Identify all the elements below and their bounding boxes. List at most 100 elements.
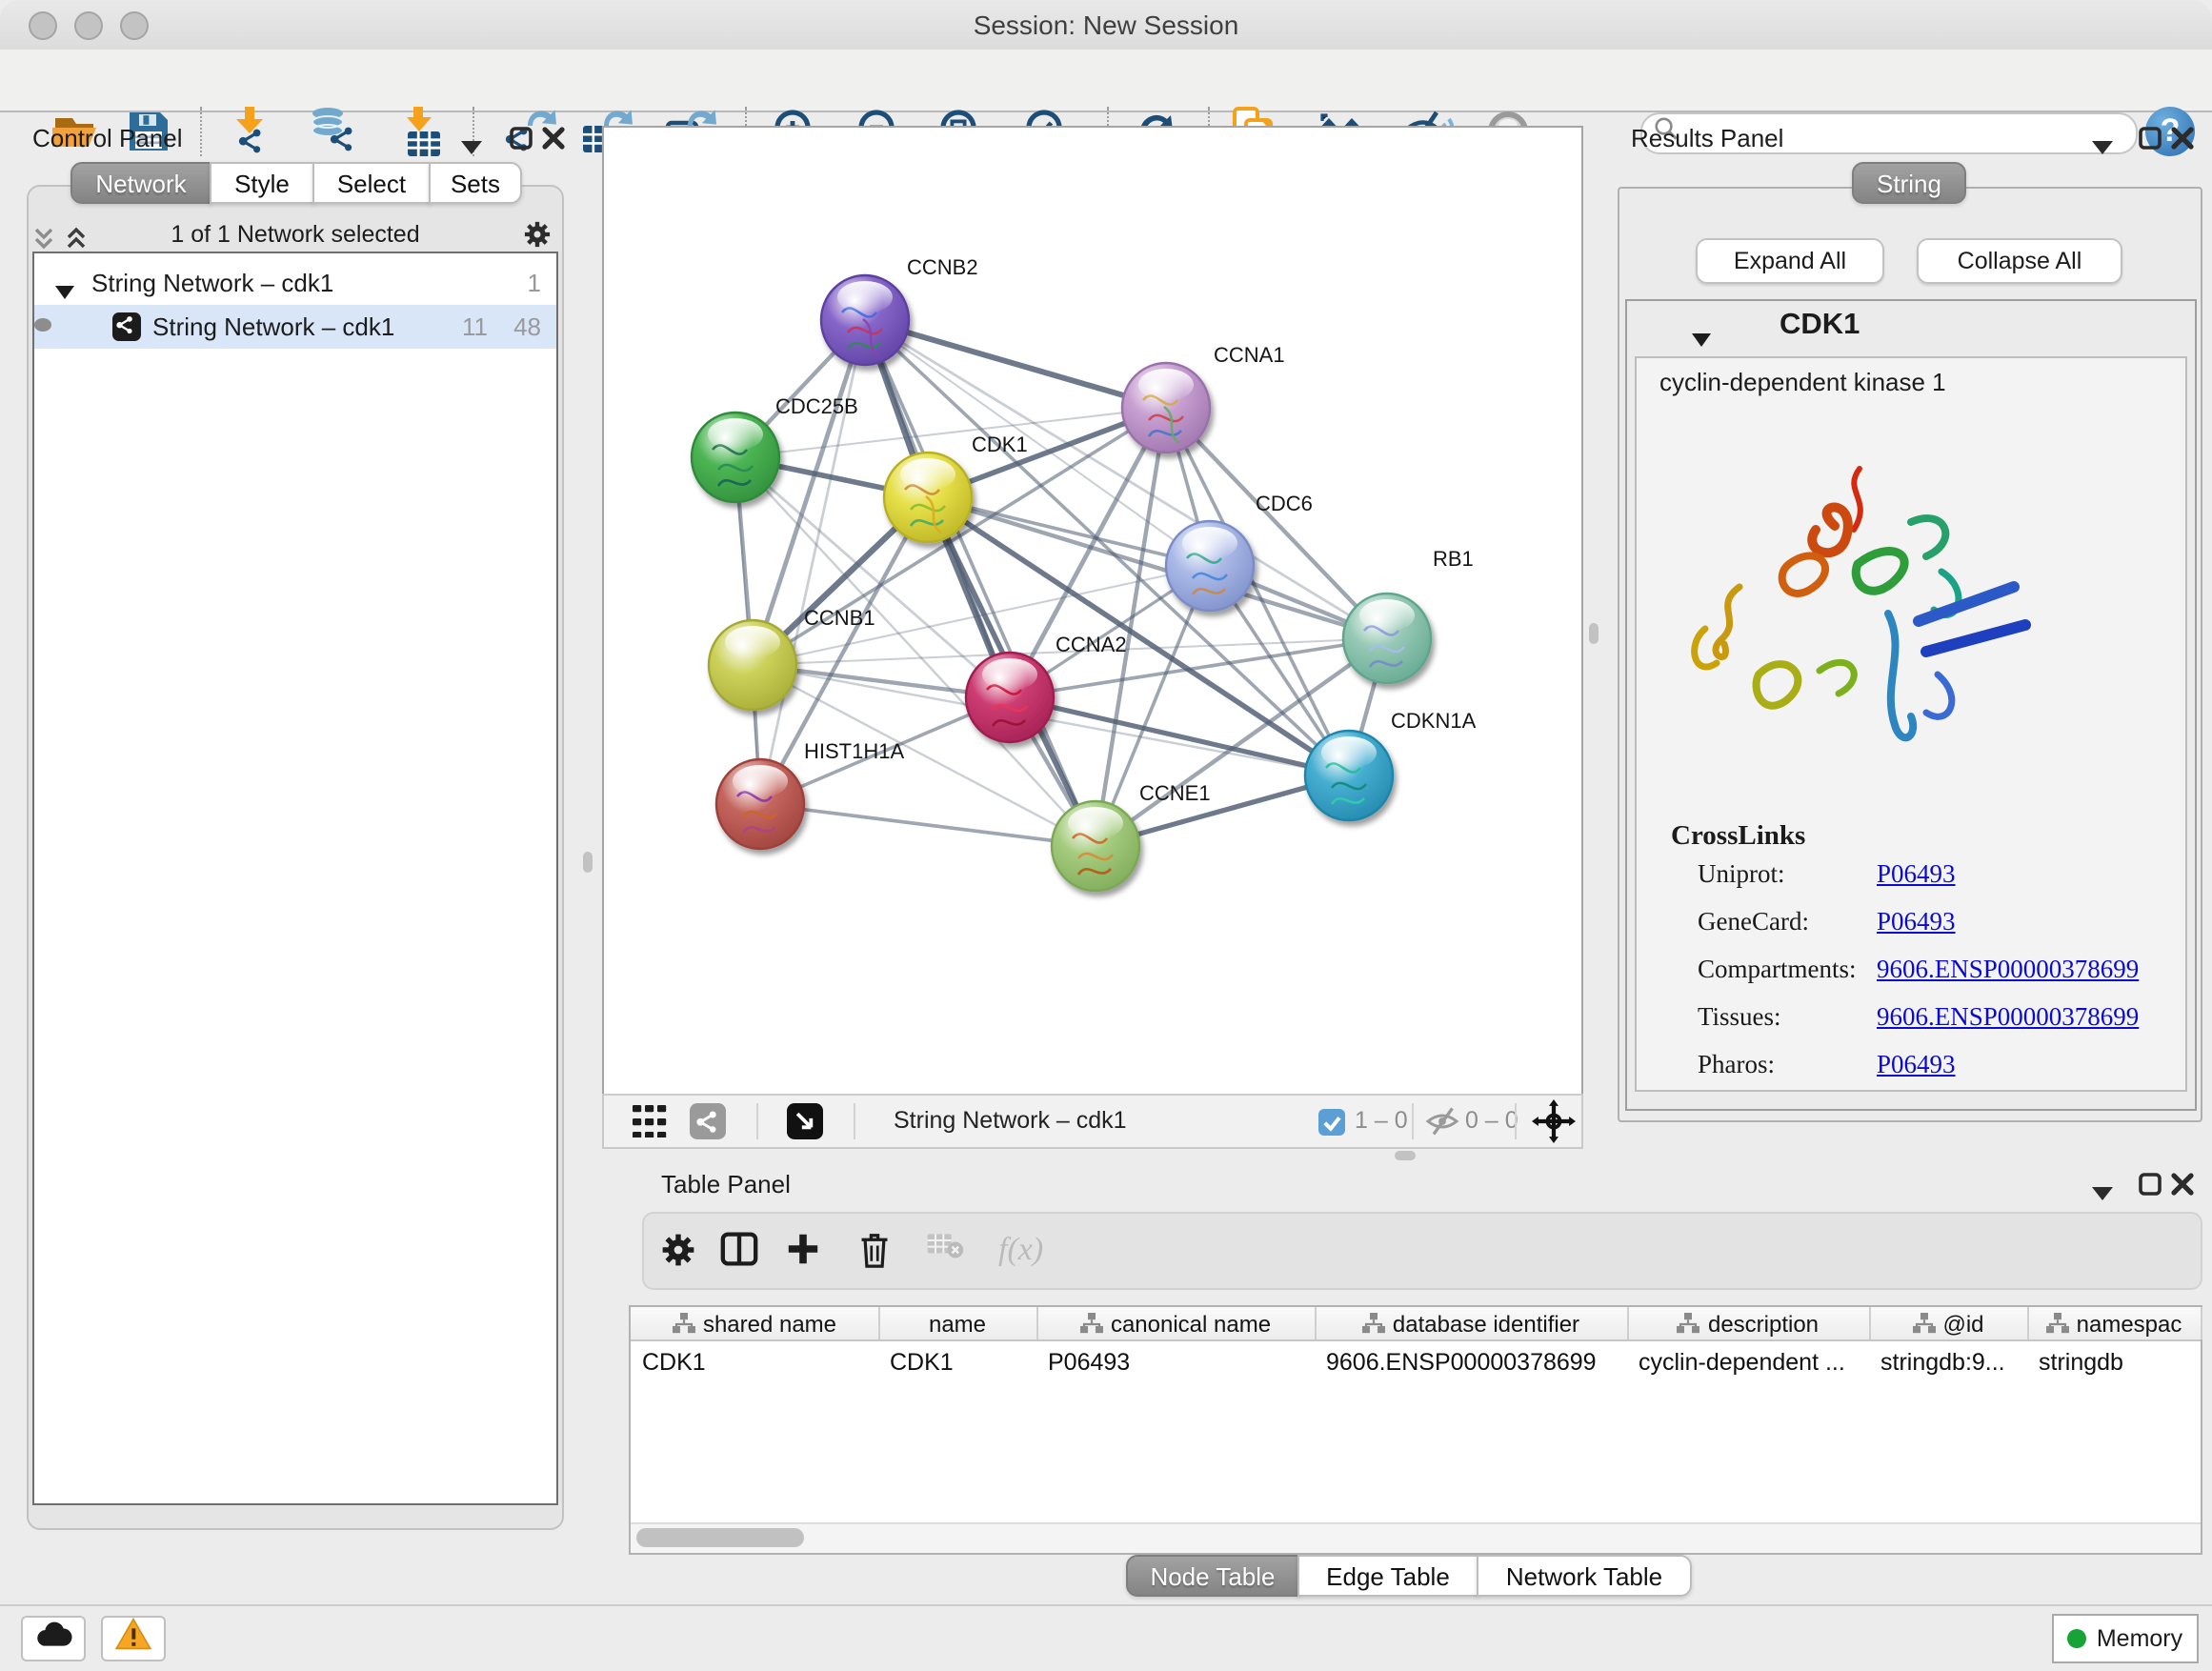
collection-network-count: 1 bbox=[528, 269, 541, 297]
crosslink-row: Compartments:9606.ENSP00000378699 bbox=[1637, 955, 2185, 1002]
column-header-shared-name[interactable]: shared name bbox=[631, 1307, 880, 1339]
network-node-RB1[interactable]: RB1 bbox=[1343, 547, 1474, 683]
results-panel-float-icon[interactable] bbox=[2138, 126, 2162, 151]
node-label: CCNA2 bbox=[1056, 633, 1127, 656]
left-splitter-handle[interactable] bbox=[583, 852, 593, 873]
table-cell[interactable]: 9606.ENSP00000378699 bbox=[1315, 1343, 1639, 1381]
control-panel-float-icon[interactable] bbox=[509, 126, 533, 151]
crosslinks-title: CrossLinks bbox=[1671, 821, 1805, 854]
horizontal-scrollbar[interactable] bbox=[631, 1522, 2201, 1553]
network-node-CDK1[interactable]: CDK1 bbox=[884, 433, 1028, 542]
table-panel-menu-icon[interactable] bbox=[2092, 1176, 2117, 1200]
birdseye-view-icon[interactable] bbox=[787, 1103, 823, 1139]
table-panel-close-icon[interactable] bbox=[2170, 1172, 2195, 1197]
delete-table-button bbox=[926, 1231, 964, 1269]
column-header-name[interactable]: name bbox=[878, 1307, 1038, 1339]
crosslink-row: GeneCard: P06493 bbox=[1637, 907, 2185, 955]
shared-column-icon bbox=[1362, 1313, 1385, 1334]
scrollbar-thumb[interactable] bbox=[636, 1528, 804, 1547]
table-cell[interactable]: stringdb:9... bbox=[1869, 1343, 2039, 1381]
network-tree-selected-row[interactable]: String Network – cdk1 11 48 bbox=[34, 305, 556, 349]
table-panel-title: Table Panel bbox=[661, 1170, 791, 1198]
table-cell[interactable]: cyclin-dependent ... bbox=[1627, 1343, 1880, 1381]
column-header-canonical-name[interactable]: canonical name bbox=[1036, 1307, 1317, 1339]
shared-column-icon bbox=[673, 1313, 695, 1334]
node-label: CDC6 bbox=[1256, 492, 1313, 515]
delete-row-button[interactable] bbox=[857, 1231, 892, 1278]
tab-network-table[interactable]: Network Table bbox=[1477, 1555, 1692, 1597]
network-node-CCNA1[interactable]: CCNA1 bbox=[1122, 343, 1285, 453]
main-toolbar: ? bbox=[0, 50, 2212, 112]
node-table: shared namenamecanonical namedatabase id… bbox=[629, 1305, 2202, 1555]
network-tree-root-row[interactable]: String Network – cdk1 1 bbox=[34, 265, 556, 305]
network-edge bbox=[760, 804, 1096, 846]
column-header-description[interactable]: description bbox=[1627, 1307, 1871, 1339]
window-title: Session: New Session bbox=[0, 10, 2212, 40]
tab-edge-table[interactable]: Edge Table bbox=[1297, 1555, 1478, 1597]
table-cell[interactable]: stringdb bbox=[2027, 1343, 2212, 1381]
column-header-database-identifier[interactable]: database identifier bbox=[1315, 1307, 1629, 1339]
tab-network[interactable]: Network bbox=[70, 162, 211, 204]
network-node-CDC6[interactable]: CDC6 bbox=[1166, 492, 1313, 611]
column-header-namespac[interactable]: namespac bbox=[2027, 1307, 2202, 1339]
control-panel-menu-icon[interactable] bbox=[461, 130, 486, 154]
crosslink-value-link[interactable]: P06493 bbox=[1877, 1050, 1956, 1080]
selected-count: 1 – 0 bbox=[1355, 1107, 1408, 1134]
network-node-CDC25B[interactable]: CDC25B bbox=[692, 394, 858, 502]
node-label: CDC25B bbox=[775, 394, 858, 418]
crosslink-value-link[interactable]: P06493 bbox=[1877, 859, 1956, 890]
create-column-button[interactable] bbox=[785, 1231, 821, 1277]
collapse-all-networks-icon[interactable] bbox=[32, 225, 57, 250]
right-splitter-handle[interactable] bbox=[1589, 623, 1599, 644]
table-cell[interactable]: P06493 bbox=[1036, 1343, 1326, 1381]
network-node-CCNB1[interactable]: CCNB1 bbox=[709, 606, 875, 710]
shared-column-icon bbox=[1080, 1313, 1103, 1334]
network-node-count: 11 bbox=[462, 312, 488, 341]
column-header--id[interactable]: @id bbox=[1869, 1307, 2029, 1339]
control-panel-tabs: NetworkStyleSelectSets bbox=[70, 162, 522, 204]
show-columns-button[interactable] bbox=[720, 1231, 758, 1277]
crosslink-label: GeneCard: bbox=[1698, 907, 1809, 937]
network-canvas[interactable]: CCNB2CCNA1CDC25BCDK1CDC6RB1CCNB1CCNA2CDK… bbox=[602, 126, 1583, 1097]
node-label: HIST1H1A bbox=[804, 739, 904, 763]
node-label: CCNA1 bbox=[1214, 343, 1285, 367]
gene-section-collapse-icon[interactable] bbox=[1692, 322, 1713, 337]
import-network-file-button[interactable] bbox=[223, 103, 280, 160]
crosslink-label: Tissues: bbox=[1698, 1002, 1781, 1033]
settings-gear-button[interactable] bbox=[659, 1231, 697, 1278]
cloud-button[interactable] bbox=[21, 1616, 86, 1661]
results-panel-close-icon[interactable] bbox=[2170, 126, 2195, 151]
import-table-button[interactable] bbox=[394, 103, 452, 160]
tab-style[interactable]: Style bbox=[210, 162, 314, 204]
tab-node-table[interactable]: Node Table bbox=[1126, 1555, 1299, 1597]
control-panel-close-icon[interactable] bbox=[541, 126, 566, 151]
collapse-all-button[interactable]: Collapse All bbox=[1917, 238, 2122, 284]
expand-all-networks-icon[interactable] bbox=[65, 225, 90, 250]
pan-crosshair-icon[interactable] bbox=[1532, 1099, 1576, 1143]
import-network-database-button[interactable] bbox=[307, 103, 364, 160]
crosslink-value-link[interactable]: P06493 bbox=[1877, 907, 1956, 937]
grid-view-icon[interactable] bbox=[633, 1105, 669, 1137]
table-tabs: Node TableEdge TableNetwork Table bbox=[1126, 1555, 1692, 1597]
hidden-eye-icon bbox=[1425, 1107, 1459, 1136]
network-node-CDKN1A[interactable]: CDKN1A bbox=[1305, 709, 1477, 820]
warnings-button[interactable] bbox=[101, 1616, 166, 1661]
tree-expander-icon[interactable] bbox=[55, 276, 74, 292]
network-view-title: String Network – cdk1 bbox=[894, 1107, 1127, 1134]
memory-button[interactable]: Memory bbox=[2052, 1614, 2199, 1663]
expand-all-button[interactable]: Expand All bbox=[1696, 238, 1884, 284]
results-panel-menu-icon[interactable] bbox=[2092, 130, 2117, 154]
tab-sets[interactable]: Sets bbox=[429, 162, 522, 204]
tab-string[interactable]: String bbox=[1852, 162, 1966, 204]
table-cell[interactable]: CDK1 bbox=[878, 1343, 1048, 1381]
table-panel-float-icon[interactable] bbox=[2138, 1172, 2162, 1197]
network-badge-icon[interactable] bbox=[690, 1103, 726, 1139]
crosslink-value-link[interactable]: 9606.ENSP00000378699 bbox=[1877, 1002, 2139, 1033]
crosslink-value-link[interactable]: 9606.ENSP00000378699 bbox=[1877, 955, 2139, 985]
bottom-splitter-handle[interactable] bbox=[1395, 1151, 1416, 1160]
network-options-gear-icon[interactable] bbox=[522, 219, 553, 250]
table-cell[interactable]: CDK1 bbox=[631, 1343, 890, 1381]
selected-checkbox-icon[interactable] bbox=[1318, 1109, 1345, 1136]
tab-select[interactable]: Select bbox=[312, 162, 431, 204]
network-node-HIST1H1A[interactable]: HIST1H1A bbox=[716, 739, 904, 849]
